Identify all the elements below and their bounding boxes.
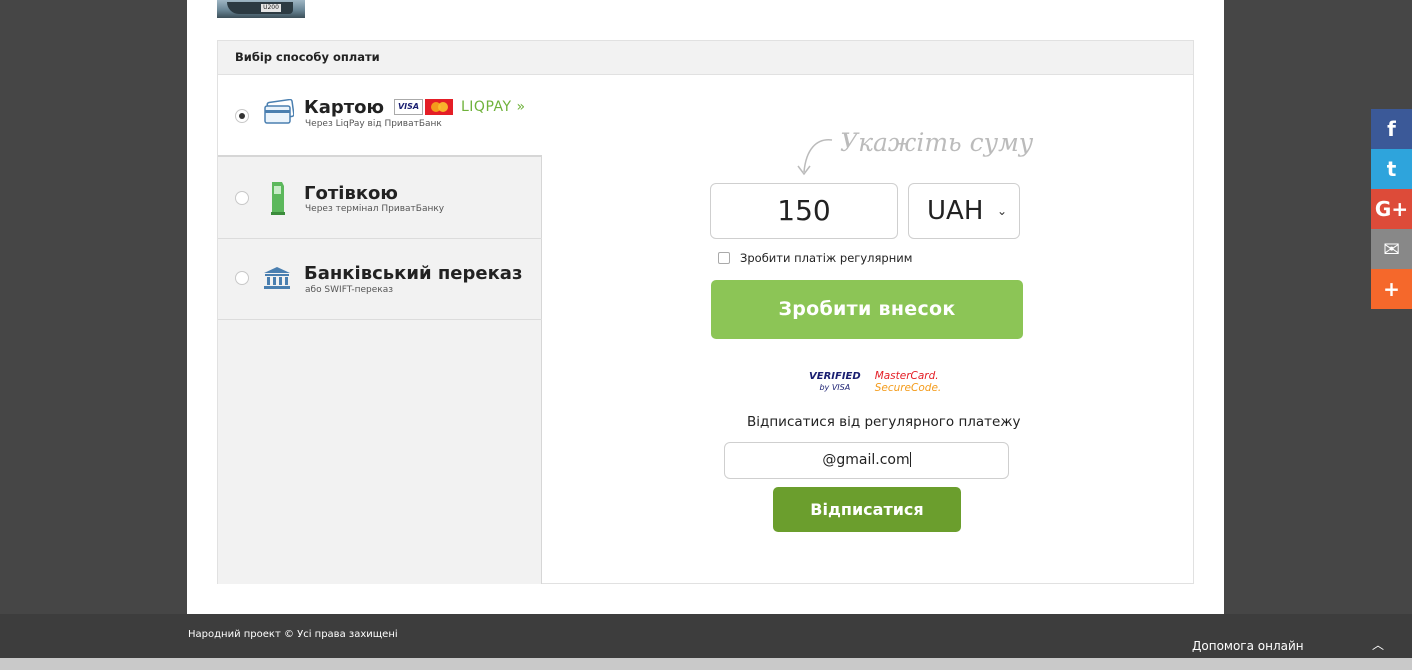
- method-bank-transfer[interactable]: Банківський переказ або SWIFT-переказ: [218, 238, 542, 320]
- method-card-title: Картою: [304, 97, 385, 118]
- copyright-text: Народний проект © Усі права захищені: [188, 629, 398, 640]
- recurring-option[interactable]: Зробити платіж регулярним: [718, 251, 912, 265]
- mcsc-line1: MasterCard.: [874, 370, 939, 382]
- boat-plate: U200: [261, 4, 281, 12]
- visa-logo: VISA: [394, 99, 423, 115]
- footer: Народний проект © Усі права захищені Доп…: [0, 614, 1412, 658]
- recurring-checkbox[interactable]: [718, 252, 730, 264]
- method-bank-subtitle: або SWIFT-переказ: [305, 285, 394, 295]
- mastercard-logo: [425, 99, 453, 115]
- liqpay-text: LIQPAY: [461, 99, 512, 115]
- liqpay-chevron-icon: »: [516, 99, 526, 115]
- currency-value: UAH: [927, 196, 984, 226]
- page-container: U200 Вибір способу оплати Картою Через L…: [187, 0, 1224, 614]
- currency-select[interactable]: UAH ⌄: [908, 183, 1020, 239]
- hint-arrow-icon: [797, 139, 833, 176]
- method-card[interactable]: Картою Через LiqPay від ПриватБанк VISA …: [218, 75, 542, 157]
- boat-shape: [227, 2, 293, 14]
- credit-card-icon: [264, 99, 294, 124]
- email-value: @gmail.com: [822, 452, 910, 468]
- secure-logos: VERIFIED by VISA MasterCard. SecureCode.: [809, 370, 941, 394]
- card-logos: VISA LIQPAY »: [394, 99, 526, 115]
- more-share-icon[interactable]: +: [1371, 269, 1412, 309]
- help-online-link[interactable]: Допомога онлайн: [1192, 639, 1304, 653]
- mcsc-line2: SecureCode.: [874, 382, 942, 394]
- method-bank-radio[interactable]: [235, 271, 249, 285]
- facebook-icon[interactable]: f: [1371, 109, 1412, 149]
- donate-button[interactable]: Зробити внесок: [711, 280, 1023, 339]
- panel-header: Вибір способу оплати: [218, 41, 1193, 75]
- unsubscribe-label: Відписатися від регулярного платежу: [747, 414, 1021, 430]
- text-caret: [909, 452, 911, 467]
- payment-panel: Вибір способу оплати Картою Через LiqPay…: [217, 40, 1194, 584]
- method-cash-radio[interactable]: [235, 191, 249, 205]
- amount-hint: Укажіть суму: [840, 128, 1034, 157]
- method-card-radio[interactable]: [235, 109, 249, 123]
- recurring-label: Зробити платіж регулярним: [740, 251, 913, 265]
- chevron-up-icon[interactable]: ︿: [1372, 636, 1384, 653]
- method-cash-title: Готівкою: [304, 183, 398, 204]
- twitter-icon[interactable]: t: [1371, 149, 1412, 189]
- terminal-icon: [271, 182, 285, 215]
- method-bank-title: Банківський переказ: [304, 263, 523, 284]
- vbv-line2: by VISA: [819, 383, 851, 392]
- amount-input[interactable]: 150: [710, 183, 898, 239]
- google-plus-icon[interactable]: G+: [1371, 189, 1412, 229]
- method-card-subtitle: Через LiqPay від ПриватБанк: [305, 119, 442, 129]
- verified-by-visa-logo: VERIFIED by VISA: [809, 371, 861, 393]
- share-bar: f t G+ ✉ +: [1371, 109, 1412, 309]
- payment-methods: Картою Через LiqPay від ПриватБанк VISA …: [218, 75, 542, 584]
- method-cash[interactable]: Готівкою Через термінал ПриватБанку: [218, 157, 542, 239]
- vbv-line1: VERIFIED: [809, 371, 861, 382]
- liqpay-logo: LIQPAY »: [461, 99, 526, 115]
- mastercard-securecode-logo: MasterCard. SecureCode.: [875, 370, 942, 394]
- bottom-bar: [0, 658, 1412, 670]
- email-share-icon[interactable]: ✉: [1371, 229, 1412, 269]
- bank-icon: [264, 267, 290, 289]
- email-field[interactable]: @gmail.com: [724, 442, 1009, 479]
- unsubscribe-button[interactable]: Відписатися: [773, 487, 961, 532]
- chevron-down-icon: ⌄: [996, 204, 1007, 218]
- method-cash-subtitle: Через термінал ПриватБанку: [305, 204, 445, 214]
- header-image: U200: [217, 0, 305, 18]
